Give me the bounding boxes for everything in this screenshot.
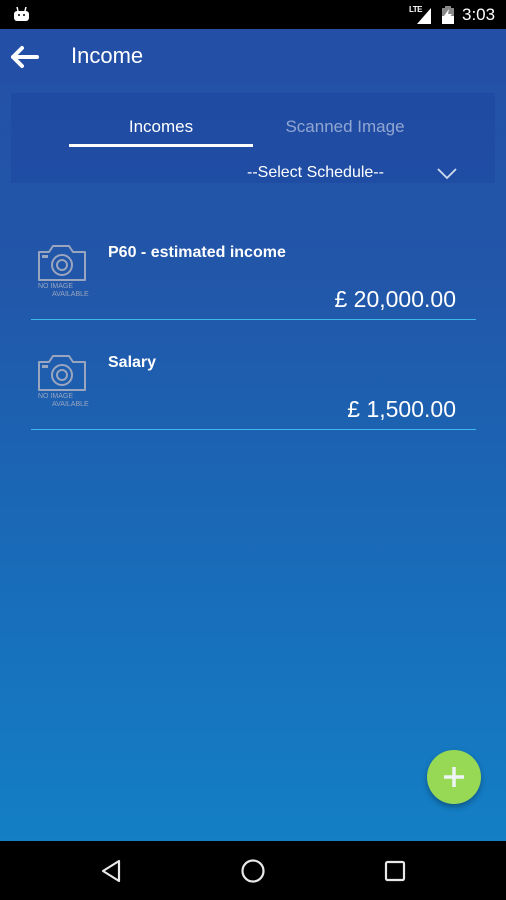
nav-back-button[interactable] bbox=[96, 855, 128, 887]
back-triangle-icon bbox=[101, 859, 121, 883]
battery-charging-icon bbox=[442, 6, 454, 24]
no-image-label: NO IMAGE bbox=[38, 283, 74, 290]
no-image-thumbnail: NO IMAGE AVAILABLE bbox=[37, 244, 93, 302]
item-divider bbox=[31, 428, 476, 430]
recents-square-icon bbox=[384, 860, 406, 882]
income-amount: £ 20,000.00 bbox=[334, 286, 456, 312]
app-bar: Income bbox=[0, 29, 506, 84]
nav-home-button[interactable] bbox=[237, 855, 269, 887]
clock: 3:03 bbox=[462, 5, 496, 24]
nav-recents-button[interactable] bbox=[379, 855, 411, 887]
schedule-select-value: --Select Schedule-- bbox=[247, 164, 384, 181]
income-amount: £ 1,500.00 bbox=[347, 396, 456, 422]
schedule-select[interactable]: --Select Schedule-- bbox=[240, 162, 466, 188]
income-name: P60 - estimated income bbox=[108, 244, 286, 261]
plus-icon bbox=[444, 767, 464, 787]
home-circle-icon bbox=[241, 859, 265, 883]
tab-scanned-image[interactable]: Scanned Image bbox=[253, 117, 437, 137]
income-list-item[interactable]: NO IMAGE AVAILABLE P60 - estimated incom… bbox=[31, 228, 476, 320]
available-label: AVAILABLE bbox=[52, 291, 89, 298]
page-title: Income bbox=[71, 43, 144, 68]
active-tab-indicator bbox=[69, 144, 253, 147]
income-list-item[interactable]: NO IMAGE AVAILABLE Salary £ 1,500.00 bbox=[31, 338, 476, 430]
system-nav-bar bbox=[0, 841, 506, 900]
available-label: AVAILABLE bbox=[52, 401, 89, 408]
app-screen: Income Incomes Scanned Image --Select Sc… bbox=[0, 29, 506, 841]
chevron-down-icon bbox=[437, 168, 457, 180]
add-income-button[interactable] bbox=[427, 750, 481, 804]
camera-icon bbox=[38, 355, 86, 391]
no-image-label: NO IMAGE bbox=[38, 393, 74, 400]
camera-icon bbox=[38, 245, 86, 281]
signal-icon bbox=[417, 8, 431, 24]
income-name: Salary bbox=[108, 354, 157, 371]
no-image-thumbnail: NO IMAGE AVAILABLE bbox=[37, 354, 93, 412]
item-divider bbox=[31, 318, 476, 320]
android-icon bbox=[14, 7, 29, 21]
status-bar: LTE 3:03 bbox=[0, 0, 506, 29]
tab-incomes[interactable]: Incomes bbox=[69, 117, 253, 137]
arrow-left-icon bbox=[11, 46, 39, 68]
back-button[interactable] bbox=[8, 41, 40, 73]
